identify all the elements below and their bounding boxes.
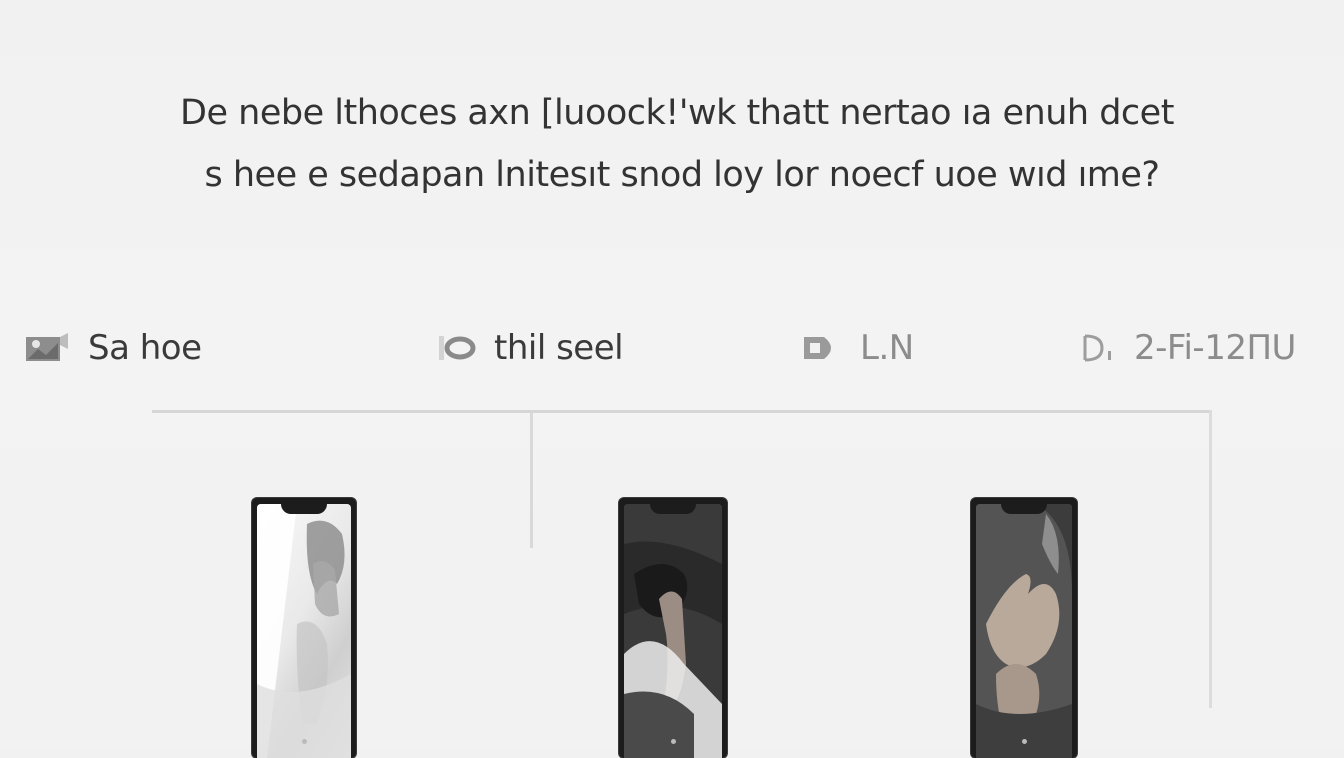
toolbar-item-toggle-label: thil seel xyxy=(494,328,624,368)
toolbar-item-document[interactable]: 2-Fi-12ΠU xyxy=(1082,322,1296,374)
play-icon xyxy=(802,333,842,363)
phone-screen xyxy=(624,504,722,758)
toggle-icon xyxy=(438,333,476,363)
phone-notch xyxy=(650,504,696,514)
toolbar-item-photo[interactable]: Sa hoe xyxy=(24,322,202,374)
toolbar-item-play-label: L.N xyxy=(860,328,914,368)
phone-screen xyxy=(257,504,351,758)
photo-icon xyxy=(24,331,70,365)
light-scene-image xyxy=(257,504,351,758)
phone-preview-dark[interactable] xyxy=(619,498,727,758)
phone-camera-dot xyxy=(670,739,676,744)
panel-right-border xyxy=(1209,410,1212,708)
document-icon xyxy=(1082,333,1116,363)
panel-column-divider xyxy=(530,413,533,548)
phone-preview-hands[interactable] xyxy=(971,498,1077,758)
headline-line-1: De nebe lthoces axn [luoock!'wk thatt ne… xyxy=(180,93,1174,133)
phone-camera-dot xyxy=(1021,739,1027,744)
phone-screen xyxy=(976,504,1072,758)
toolbar-item-play[interactable]: L.N xyxy=(802,322,914,374)
headline-line-2: s hee e sedapan lnitesıt snod loy lor no… xyxy=(204,155,1161,195)
dark-scene-image xyxy=(624,504,722,758)
toolbar-item-photo-label: Sa hoe xyxy=(88,328,202,368)
phone-notch xyxy=(281,504,327,514)
toolbar-item-toggle[interactable]: thil seel xyxy=(438,322,624,374)
panel-top-border xyxy=(152,410,1210,413)
toolbar: Sa hoe thil seel L.N 2-Fi-12ΠU xyxy=(0,322,1344,374)
phone-camera-dot xyxy=(301,739,307,744)
phone-preview-light[interactable] xyxy=(252,498,356,758)
headline: De nebe lthoces axn [luoock!'wk thatt ne… xyxy=(0,82,1344,206)
hands-scene-image xyxy=(976,504,1072,758)
toolbar-item-document-label: 2-Fi-12ΠU xyxy=(1134,328,1296,368)
phone-notch xyxy=(1001,504,1047,514)
